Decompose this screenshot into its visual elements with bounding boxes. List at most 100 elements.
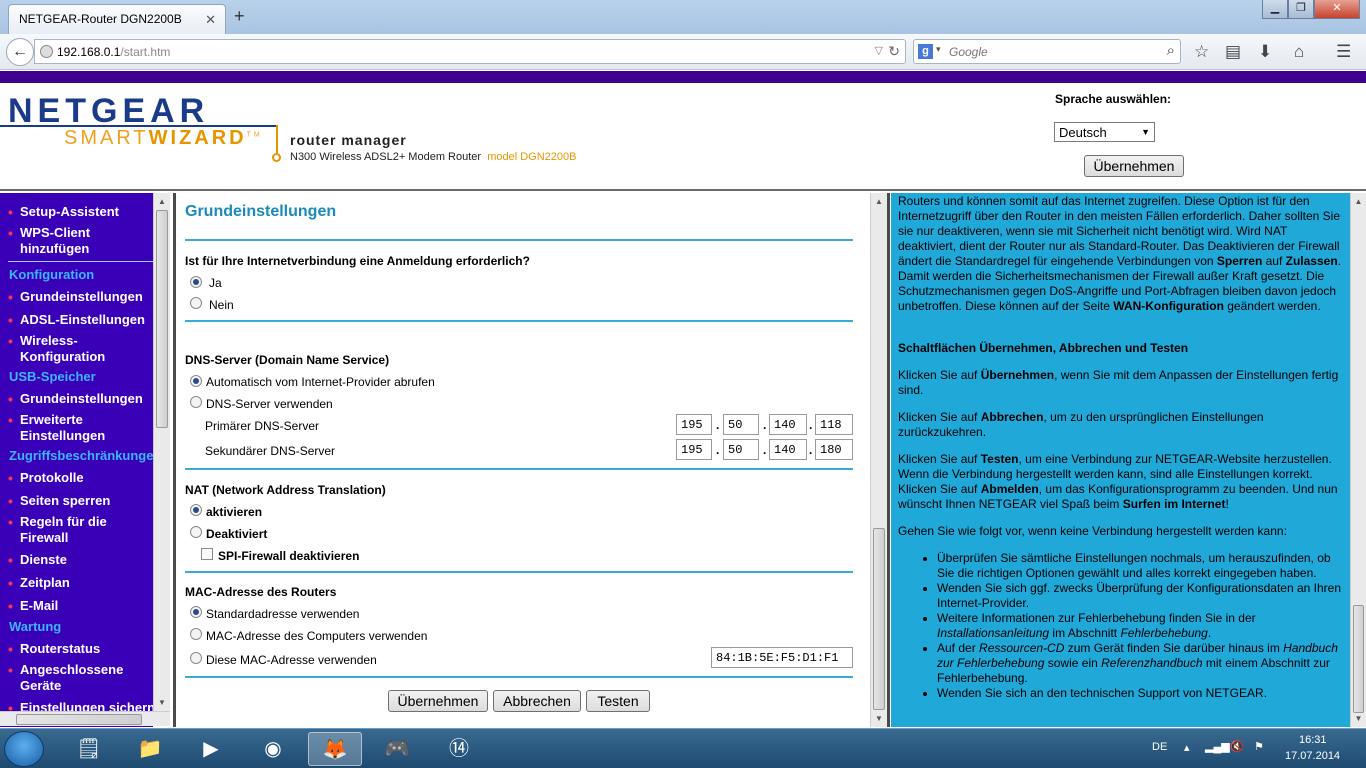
clock-time[interactable]: 16:31 — [1299, 734, 1327, 746]
menu-icon[interactable]: ☰ — [1336, 42, 1351, 62]
nav-head-usb-speicher[interactable]: USB-Speicher — [9, 369, 96, 385]
search-icon[interactable]: ⌕ — [1167, 42, 1175, 59]
nav-hscroll-thumb[interactable] — [16, 714, 142, 725]
nat-disable-radio[interactable] — [190, 526, 202, 538]
start-button[interactable] — [4, 731, 44, 767]
dns-secondary-octet-4[interactable]: 180 — [815, 439, 853, 460]
dns-auto-radio[interactable] — [190, 375, 202, 387]
nav-head-konfiguration[interactable]: Konfiguration — [9, 267, 94, 283]
nav-routerstatus[interactable]: Routerstatus — [8, 641, 100, 657]
login-no-radio[interactable] — [190, 297, 202, 309]
network-icon[interactable]: ▂▄▆ — [1205, 740, 1230, 753]
dns-secondary-octet-2[interactable]: 50 — [723, 439, 759, 460]
scroll-up-icon[interactable]: ▲ — [871, 197, 887, 206]
nav-scrollbar[interactable]: ▲ ▼ — [153, 193, 170, 711]
tray-expand-icon[interactable]: ▴ — [1184, 741, 1190, 754]
nav-hscrollbar[interactable] — [0, 711, 170, 726]
language-apply-button[interactable]: Übernehmen — [1084, 155, 1184, 177]
scroll-down-icon[interactable]: ▼ — [1351, 714, 1366, 723]
nav-erweiterte-einstellungen[interactable]: Erweiterte Einstellungen — [8, 412, 120, 444]
sticky-notes-icon[interactable]: 🗒 — [62, 732, 116, 766]
spi-firewall-label: SPI-Firewall deaktivieren — [218, 549, 360, 563]
mac-default-radio[interactable] — [190, 606, 202, 618]
dns-primary-octet-3[interactable]: 140 — [769, 414, 807, 435]
explorer-icon[interactable]: 📁 — [123, 732, 177, 766]
pane-divider — [887, 193, 890, 727]
nav-setup-assistent[interactable]: Setup-Assistent — [8, 204, 119, 220]
scroll-up-icon[interactable]: ▲ — [1351, 197, 1366, 206]
dns-secondary-octet-3[interactable]: 140 — [769, 439, 807, 460]
nav-protokolle[interactable]: Protokolle — [8, 470, 83, 486]
clock-date[interactable]: 17.07.2014 — [1285, 750, 1340, 762]
language-select[interactable]: Deutsch ▼ — [1054, 122, 1155, 142]
gamepad-icon[interactable]: 🎮 — [370, 732, 424, 766]
minimize-icon[interactable]: ▁ — [1262, 0, 1288, 19]
nav-usb-grundeinstellungen[interactable]: Grundeinstellungen — [8, 391, 143, 407]
home-icon[interactable]: ⌂ — [1294, 42, 1304, 62]
cancel-button[interactable]: Abbrechen — [493, 690, 581, 712]
dns-auto-label: Automatisch vom Internet-Provider abrufe… — [206, 375, 435, 389]
nav-e-mail[interactable]: E-Mail — [8, 598, 58, 614]
search-engine-dropdown-icon[interactable]: ▾ — [936, 44, 941, 55]
scroll-down-icon[interactable]: ▼ — [154, 698, 170, 707]
nav-seiten-sperren[interactable]: Seiten sperren — [8, 493, 110, 509]
dns-primary-octet-2[interactable]: 50 — [723, 414, 759, 435]
scroll-down-icon[interactable]: ▼ — [871, 714, 887, 723]
download-icon[interactable]: ⬇ — [1258, 42, 1272, 62]
nav-wps-client[interactable]: WPS-Client hinzufügen — [8, 225, 130, 257]
nav-head-zugriffsbeschraenkungen[interactable]: Zugriffsbeschränkungen — [9, 448, 153, 464]
action-center-icon[interactable]: ⚑ — [1254, 740, 1264, 753]
apply-button[interactable]: Übernehmen — [388, 690, 488, 712]
dns-manual-label: DNS-Server verwenden — [206, 397, 333, 411]
url-text[interactable]: 192.168.0.1/start.htm — [57, 45, 170, 59]
close-tab-icon[interactable]: ✕ — [205, 12, 216, 28]
input-language[interactable]: DE — [1152, 741, 1167, 753]
nav-adsl-einstellungen[interactable]: ADSL-Einstellungen — [8, 312, 145, 328]
media-player-icon[interactable]: ▶ — [184, 732, 238, 766]
main-content: Grundeinstellungen Ist für Ihre Internet… — [176, 193, 872, 727]
reload-icon[interactable]: ↻ — [888, 43, 900, 60]
dns-manual-radio[interactable] — [190, 396, 202, 408]
maximize-icon[interactable]: ❐ — [1288, 0, 1314, 19]
nav-angeschlossene-geraete[interactable]: Angeschlossene Geräte — [8, 662, 130, 694]
help-scroll-thumb[interactable] — [1353, 605, 1364, 713]
dns-primary-octet-4[interactable]: 118 — [815, 414, 853, 435]
search-input[interactable]: g ▾ Google ⌕ — [913, 39, 1181, 64]
volume-icon[interactable]: 🔇 — [1230, 740, 1244, 753]
browser-tab[interactable]: NETGEAR-Router DGN2200B ✕ — [8, 4, 226, 34]
mac-computer-radio[interactable] — [190, 628, 202, 640]
dns-primary-octet-1[interactable]: 195 — [676, 414, 712, 435]
close-window-icon[interactable]: ✕ — [1314, 0, 1360, 19]
bookmarks-list-icon[interactable]: ▤ — [1225, 42, 1241, 62]
spi-firewall-checkbox[interactable] — [201, 548, 213, 560]
back-button[interactable]: ← — [6, 38, 34, 66]
scroll-up-icon[interactable]: ▲ — [154, 197, 170, 206]
login-yes-radio[interactable] — [190, 276, 202, 288]
nav-zeitplan[interactable]: Zeitplan — [8, 575, 70, 591]
nav-head-wartung[interactable]: Wartung — [9, 619, 61, 635]
help-cancel-paragraph: Klicken Sie auf Abbrechen, um zu den urs… — [898, 410, 1264, 439]
mac-custom-radio[interactable] — [190, 652, 202, 664]
main-scroll-thumb[interactable] — [873, 528, 885, 710]
new-tab-icon[interactable]: + — [234, 6, 245, 27]
section-divider — [185, 320, 853, 322]
bookmark-star-icon[interactable]: ☆ — [1194, 42, 1209, 62]
nav-scroll-thumb[interactable] — [156, 210, 168, 428]
mac-default-label: Standardadresse verwenden — [206, 607, 360, 621]
help-scrollbar[interactable]: ▲ ▼ — [1350, 193, 1366, 727]
nav-dienste[interactable]: Dienste — [8, 552, 67, 568]
app-14-icon[interactable]: ⑭ — [432, 732, 486, 766]
nav-separator — [8, 261, 153, 262]
test-button[interactable]: Testen — [586, 690, 650, 712]
origin-icon[interactable]: ◉ — [246, 732, 300, 766]
nat-enable-radio[interactable] — [190, 504, 202, 516]
firefox-icon[interactable]: 🦊 — [308, 732, 362, 766]
main-scrollbar[interactable]: ▲ ▼ — [870, 193, 887, 727]
dns-secondary-octet-1[interactable]: 195 — [676, 439, 712, 460]
url-bar[interactable]: 192.168.0.1/start.htm ▽ ↻ — [34, 39, 906, 64]
url-dropdown-icon[interactable]: ▽ — [875, 44, 883, 57]
nav-wireless-konfiguration[interactable]: Wireless-Konfiguration — [8, 333, 120, 365]
nav-grundeinstellungen[interactable]: Grundeinstellungen — [8, 289, 143, 305]
nav-firewall-regeln[interactable]: Regeln für die Firewall — [8, 514, 120, 546]
mac-address-input[interactable]: 84:1B:5E:F5:D1:F1 — [711, 647, 853, 668]
